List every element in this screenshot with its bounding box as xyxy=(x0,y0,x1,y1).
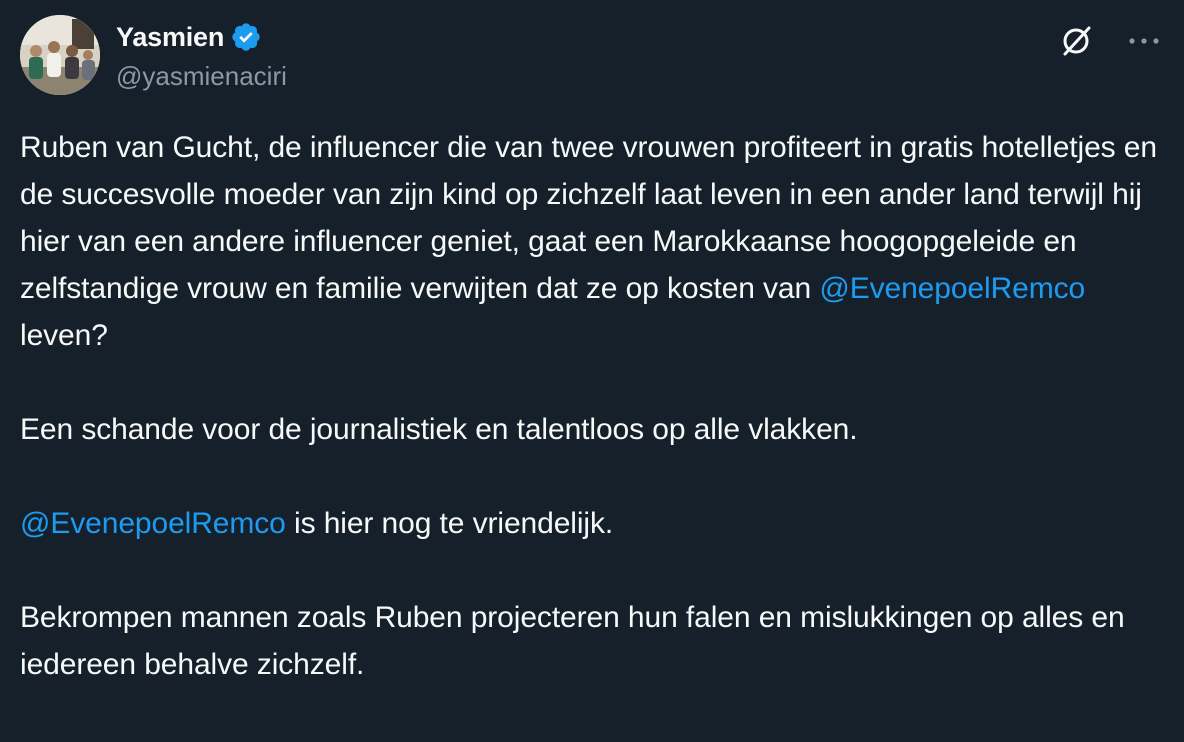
tweet-body: Ruben van Gucht, de influencer die van t… xyxy=(20,124,1170,688)
author-handle[interactable]: @yasmienaciri xyxy=(116,61,287,92)
grok-icon[interactable] xyxy=(1058,23,1094,59)
more-horizontal-icon[interactable] xyxy=(1124,33,1164,49)
paragraph-1-text-after: leven? xyxy=(20,319,108,352)
tweet-paragraph-4: Bekrompen mannen zoals Ruben projecteren… xyxy=(20,601,1125,681)
display-name[interactable]: Yasmien xyxy=(116,22,224,53)
verified-badge-icon xyxy=(230,21,262,53)
mention-link[interactable]: @EvenepoelRemco xyxy=(20,507,286,540)
avatar[interactable] xyxy=(20,15,100,95)
tweet-header: Yasmien @yasmienaciri xyxy=(20,15,1164,97)
avatar-photo xyxy=(20,15,100,95)
mention-link[interactable]: @EvenepoelRemco xyxy=(819,272,1085,305)
author-names: Yasmien @yasmienaciri xyxy=(116,19,287,92)
paragraph-3-text-after: is hier nog te vriendelijk. xyxy=(285,507,614,540)
tweet-paragraph-3: @EvenepoelRemco is hier nog te vriendeli… xyxy=(20,500,1170,547)
tweet-paragraph-1: Ruben van Gucht, de influencer die van t… xyxy=(20,124,1170,359)
tweet-paragraph-2: Een schande voor de journalistiek en tal… xyxy=(20,413,858,446)
display-name-row: Yasmien xyxy=(116,19,287,55)
